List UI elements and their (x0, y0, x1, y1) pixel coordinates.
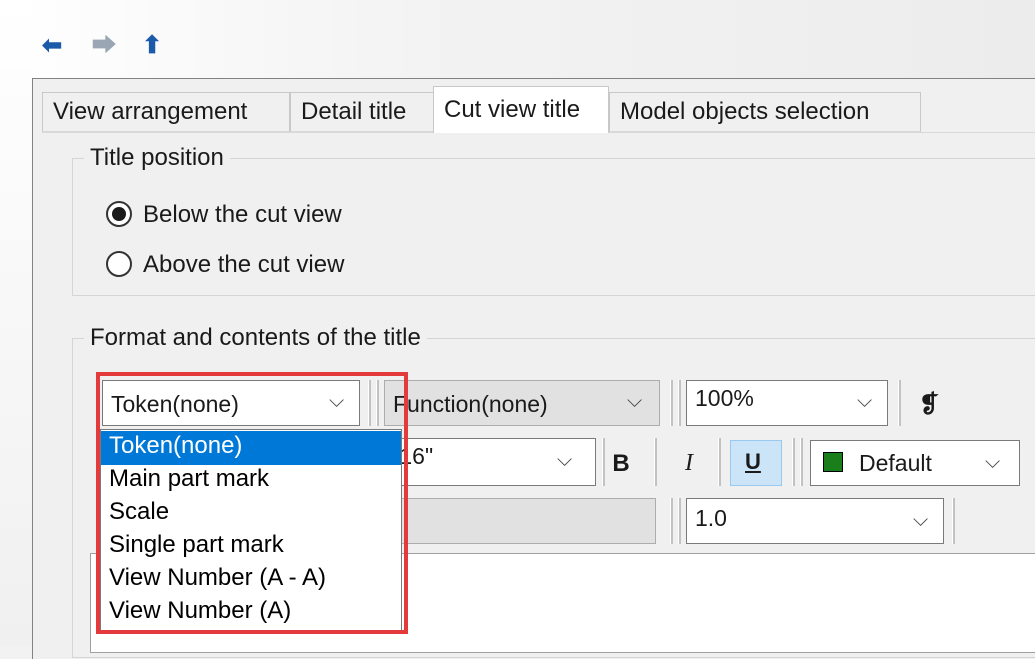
chevron-down-icon: ⌵ (857, 390, 873, 412)
token-combo[interactable]: Token(none) ⌵ (102, 380, 360, 426)
toolbar-separator (602, 438, 605, 486)
radio-above-cut-view[interactable] (106, 251, 132, 277)
toolbar-separator (952, 498, 955, 544)
tab-label: Model objects selection (620, 98, 870, 125)
chevron-down-icon: ⌵ (627, 390, 643, 412)
line-spacing-value: 1.0 (695, 505, 727, 531)
toolbar-separator (678, 380, 681, 426)
chevron-down-icon: ⌵ (329, 390, 345, 412)
token-combo-value: Token(none) (111, 391, 239, 417)
dropdown-item[interactable]: View Number (A) (101, 596, 401, 630)
arrow-right-icon[interactable]: ⮕ (92, 34, 116, 58)
toolbar-separator (654, 438, 657, 486)
toolbar-separator (898, 380, 901, 426)
dropdown-item[interactable]: Scale (101, 497, 401, 531)
radio-label-below: Below the cut view (143, 201, 342, 228)
toolbar-separator (670, 498, 673, 544)
tab-cut-view-title[interactable]: Cut view title (433, 86, 609, 133)
toolbar-separator (678, 498, 681, 544)
dropdown-item[interactable]: View Number (A - A) (101, 563, 401, 597)
token-dropdown-list: Token(none) Main part mark Scale Single … (100, 429, 402, 632)
tab-label: Cut view title (444, 96, 581, 123)
zoom-combo[interactable]: 100% ⌵ (686, 380, 888, 426)
window-left-margin (0, 0, 32, 646)
tab-label: Detail title (301, 98, 407, 125)
function-combo[interactable]: Function(none) ⌵ (384, 380, 660, 426)
tab-view-arrangement[interactable]: View arrangement (42, 92, 290, 132)
dropdown-item[interactable]: Main part mark (101, 464, 401, 498)
radio-below-cut-view[interactable] (106, 201, 132, 227)
dropdown-item[interactable]: Token(none) (101, 431, 401, 465)
toolbar-separator (800, 438, 803, 486)
color-combo-value: Default (859, 450, 932, 476)
color-combo[interactable]: Default ⌵ (810, 440, 1020, 486)
underline-button[interactable]: U (730, 440, 782, 486)
chevron-down-icon: ⌵ (913, 509, 929, 531)
font-size-combo[interactable]: /16" ⌵ (384, 438, 596, 486)
arrow-left-icon[interactable]: ⬅ (42, 34, 62, 58)
toolbar-separator (792, 438, 795, 486)
line-spacing-combo[interactable]: 1.0 ⌵ (686, 498, 944, 544)
underline-label: U (745, 449, 761, 474)
zoom-combo-value: 100% (695, 385, 754, 411)
radio-selected-dot (112, 207, 126, 221)
title-position-label: Title position (84, 144, 230, 172)
italic-button[interactable]: I (674, 450, 704, 477)
format-contents-label: Format and contents of the title (84, 324, 427, 352)
chevron-down-icon: ⌵ (985, 451, 1001, 473)
toolbar-separator (718, 438, 721, 486)
line-style-combo[interactable] (384, 498, 656, 544)
bold-button[interactable]: B (606, 450, 636, 478)
toolbar-separator (670, 380, 673, 426)
color-swatch (823, 452, 843, 472)
arrow-up-icon[interactable]: ⬆ (142, 34, 162, 58)
tab-label: View arrangement (53, 98, 248, 125)
function-combo-value: Function(none) (393, 391, 548, 417)
chevron-down-icon: ⌵ (557, 449, 573, 471)
radio-label-above: Above the cut view (143, 251, 345, 278)
paragraph-icon[interactable]: ❡ (916, 390, 942, 419)
toolbar-separator (368, 380, 371, 426)
dropdown-item[interactable]: Single part mark (101, 530, 401, 564)
tab-detail-title[interactable]: Detail title (290, 92, 434, 132)
tab-model-objects-selection[interactable]: Model objects selection (609, 92, 921, 132)
toolbar-separator (376, 380, 379, 426)
